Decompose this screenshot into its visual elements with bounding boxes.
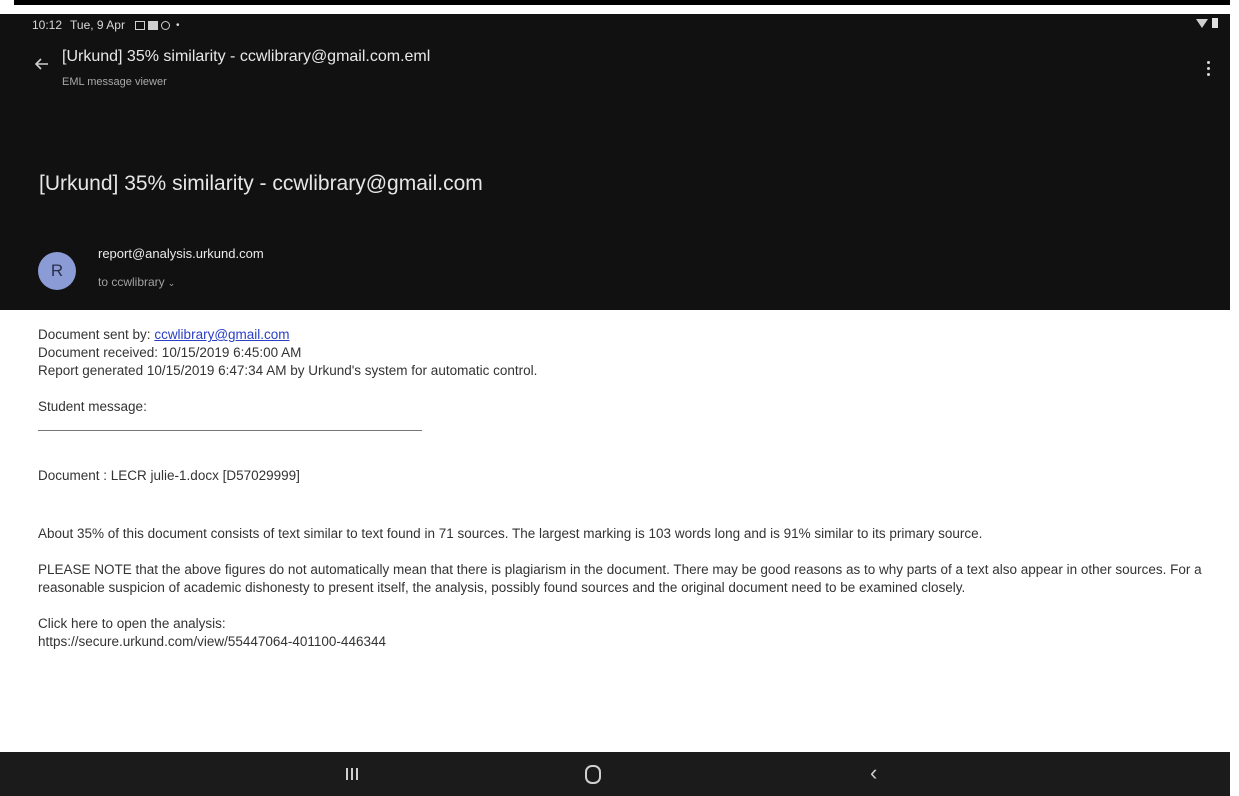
- analysis-link[interactable]: https://secure.urkund.com/view/55447064-…: [38, 633, 1208, 651]
- generated-line: Report generated 10/15/2019 6:47:34 AM b…: [38, 363, 538, 378]
- email-subject: [Urkund] 35% similarity - ccwlibrary@gma…: [39, 172, 483, 195]
- app-title: [Urkund] 35% similarity - ccwlibrary@gma…: [62, 48, 431, 65]
- gallery-notification-icon: [134, 20, 145, 30]
- recipient-toggle[interactable]: to ccwlibrary ⌄: [98, 275, 175, 289]
- arrow-back-icon: [34, 58, 48, 70]
- recipient-label: to ccwlibrary: [98, 275, 165, 289]
- similarity-summary: About 35% of this document consists of t…: [38, 526, 983, 541]
- recents-button[interactable]: [340, 763, 364, 785]
- home-button[interactable]: [585, 765, 601, 784]
- received-line: Document received: 10/15/2019 6:45:00 AM: [38, 345, 302, 360]
- app-subtitle: EML message viewer: [62, 76, 167, 88]
- wifi-icon: [1196, 18, 1208, 28]
- video-notification-icon: [147, 20, 158, 30]
- more-notifications-dot: •: [175, 19, 180, 31]
- document-line: Document : LECR julie-1.docx [D57029999]: [38, 468, 300, 483]
- battery-icon: [1212, 18, 1218, 28]
- sender-avatar: R: [38, 252, 76, 290]
- sent-by-label: Document sent by:: [38, 327, 155, 342]
- nav-back-button[interactable]: ‹: [870, 760, 877, 786]
- screenshot-frame-strip: [14, 0, 1230, 5]
- recents-icon: [346, 768, 348, 780]
- sender-email-link[interactable]: ccwlibrary@gmail.com: [154, 327, 289, 342]
- status-date: Tue, 9 Apr: [70, 18, 125, 32]
- system-navigation-bar: ‹: [0, 752, 1230, 796]
- status-time: 10:12: [32, 18, 63, 32]
- status-bar: 10:12 Tue, 9 Apr •: [0, 14, 1230, 36]
- sent-by-line: Document sent by: ccwlibrary@gmail.com: [38, 326, 1208, 344]
- email-body: Document sent by: ccwlibrary@gmail.com D…: [0, 310, 1230, 752]
- notification-icons: •: [134, 19, 180, 31]
- more-options-button[interactable]: [1198, 54, 1218, 82]
- eml-viewer-app: 10:12 Tue, 9 Apr • [Urkund] 35% similari…: [0, 14, 1230, 796]
- sender-address: report@analysis.urkund.com: [98, 246, 264, 261]
- app-bar: [Urkund] 35% similarity - ccwlibrary@gma…: [0, 36, 1230, 98]
- instagram-notification-icon: [160, 20, 170, 30]
- open-analysis-label: Click here to open the analysis:: [38, 616, 226, 631]
- system-status: [1196, 18, 1218, 28]
- back-button[interactable]: [30, 54, 54, 78]
- email-body-content: Document sent by: ccwlibrary@gmail.com D…: [38, 326, 1208, 651]
- plagiarism-note: PLEASE NOTE that the above figures do no…: [38, 562, 1202, 595]
- more-vert-icon: [1206, 60, 1210, 64]
- student-message-label: Student message:: [38, 399, 147, 414]
- chevron-down-icon: ⌄: [167, 278, 176, 288]
- screenshot-frame-right: [1230, 14, 1239, 796]
